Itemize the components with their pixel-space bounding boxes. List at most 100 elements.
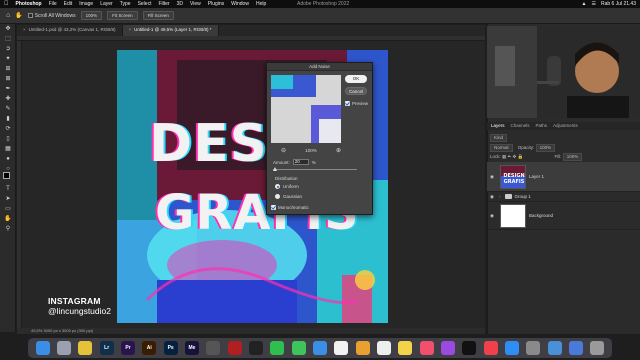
zoom-icon[interactable]: ⚲ xyxy=(2,225,14,234)
path-select-icon[interactable]: ➤ xyxy=(2,195,14,204)
layer-name[interactable]: Group 1 xyxy=(515,194,531,199)
media-encoder-icon[interactable]: Me xyxy=(184,341,199,355)
shape-icon[interactable]: ▭ xyxy=(2,205,14,214)
eye-icon[interactable]: ◉ xyxy=(487,194,497,200)
menu-edit[interactable]: Edit xyxy=(64,1,73,7)
filezilla-icon[interactable] xyxy=(227,341,242,355)
menu-image[interactable]: Image xyxy=(79,1,93,7)
eye-icon[interactable]: ◉ xyxy=(487,174,497,180)
amount-slider-thumb[interactable] xyxy=(273,167,277,171)
notes-icon[interactable] xyxy=(398,341,413,355)
menu-app-name[interactable]: Photoshop xyxy=(16,1,42,7)
photos-icon[interactable] xyxy=(355,341,370,355)
blend-mode-select[interactable]: Normal xyxy=(490,144,513,152)
menu-view[interactable]: View xyxy=(190,1,201,7)
move-icon[interactable]: ✥ xyxy=(2,25,14,34)
fill-input[interactable]: 100% xyxy=(562,153,583,161)
launchpad-icon[interactable] xyxy=(56,341,71,355)
fill-screen-button[interactable]: Fill Screen xyxy=(142,11,174,20)
gaussian-radio[interactable]: Gaussian xyxy=(275,194,302,199)
kind-filter-select[interactable]: Kind xyxy=(490,134,508,142)
hand-tool-icon[interactable]: ✋ xyxy=(15,12,22,19)
menu-3d[interactable]: 3D xyxy=(177,1,183,7)
filter-preview[interactable] xyxy=(271,75,341,143)
zoom-in-icon[interactable]: ⊕ xyxy=(336,147,341,154)
tab-channels[interactable]: Channels xyxy=(511,122,530,130)
marquee-icon[interactable]: ⬚ xyxy=(2,35,14,44)
wifi-icon[interactable]: ▲ xyxy=(582,1,587,7)
doc-tab-1[interactable]: × Untitled-1.psd @ 43,2% (Canvas 1, RGB/8… xyxy=(17,25,123,36)
preview-checkbox[interactable]: Preview xyxy=(345,101,368,106)
camera-icon[interactable] xyxy=(206,341,221,355)
menu-filter[interactable]: Filter xyxy=(158,1,169,7)
eye-icon[interactable]: ◉ xyxy=(487,213,497,219)
trash-icon[interactable] xyxy=(590,341,605,355)
zoom-out-icon[interactable]: ⊖ xyxy=(281,147,286,154)
downloads-icon[interactable] xyxy=(568,341,583,355)
eyedropper-icon[interactable]: ✒ xyxy=(2,85,14,94)
menu-window[interactable]: Window xyxy=(231,1,249,7)
type-icon[interactable]: T xyxy=(2,185,14,194)
eraser-icon[interactable]: ▯ xyxy=(2,135,14,144)
amount-input[interactable]: 20 xyxy=(292,159,309,165)
fit-screen-button[interactable]: Fit Screen xyxy=(107,11,138,20)
apple-icon[interactable]:  xyxy=(4,1,9,7)
menu-clock[interactable]: Rab 6 Jul 21.43 xyxy=(601,1,636,7)
tab-layers[interactable]: Layers xyxy=(491,122,505,130)
layer-row-group-1[interactable]: ◉ › Group 1 xyxy=(487,192,640,202)
menu-layer[interactable]: Layer xyxy=(100,1,113,7)
finder-icon[interactable] xyxy=(35,341,50,355)
tab-adjustments[interactable]: Adjustments xyxy=(553,122,578,130)
layer-name[interactable]: Background xyxy=(529,213,553,218)
brush-icon[interactable]: ✎ xyxy=(2,105,14,114)
appletv-icon[interactable] xyxy=(462,341,477,355)
menu-help[interactable]: Help xyxy=(256,1,266,7)
frame-icon[interactable]: ⊠ xyxy=(2,75,14,84)
ruler-vertical[interactable] xyxy=(17,41,22,328)
calendar-icon[interactable] xyxy=(334,341,349,355)
close-icon[interactable]: × xyxy=(129,27,132,32)
blur-icon[interactable]: ● xyxy=(2,155,14,164)
settings-icon[interactable] xyxy=(526,341,541,355)
gradient-icon[interactable]: ▦ xyxy=(2,145,14,154)
control-center-icon[interactable]: ☰ xyxy=(591,1,595,7)
crop-icon[interactable]: ⊞ xyxy=(2,65,14,74)
ruler-horizontal[interactable] xyxy=(17,36,485,41)
dialog-title[interactable]: Add Noise xyxy=(267,63,372,71)
cancel-button[interactable]: Cancel xyxy=(345,87,367,95)
lightroom-icon[interactable]: Lr xyxy=(99,341,114,355)
monochromatic-checkbox[interactable]: Monochromatic xyxy=(271,205,309,210)
scroll-all-windows-checkbox[interactable]: Scroll All Windows xyxy=(27,13,76,19)
lock-icons[interactable]: ▦ ✒ ✥ 🔒 xyxy=(502,154,523,159)
stamp-icon[interactable]: ▮ xyxy=(2,115,14,124)
premiere-icon[interactable]: Pr xyxy=(120,341,135,355)
quick-select-icon[interactable]: ✦ xyxy=(2,55,14,64)
uniform-radio[interactable]: Uniform xyxy=(275,184,299,189)
photoshop-icon[interactable]: Ps xyxy=(163,341,178,355)
music-icon[interactable] xyxy=(419,341,434,355)
chevron-right-icon[interactable]: › xyxy=(499,194,501,199)
layer-name[interactable]: Layer 1 xyxy=(529,174,544,179)
tab-paths[interactable]: Paths xyxy=(536,122,548,130)
layer-row-layer-1[interactable]: ◉ DESIGN GRAFIS Layer 1 xyxy=(487,162,640,192)
menu-file[interactable]: File xyxy=(49,1,57,7)
terminal-icon[interactable] xyxy=(248,341,263,355)
menu-type[interactable]: Type xyxy=(120,1,131,7)
mail-icon[interactable] xyxy=(312,341,327,355)
chrome-icon[interactable] xyxy=(78,341,93,355)
menu-plugins[interactable]: Plugins xyxy=(208,1,224,7)
ok-button[interactable]: OK xyxy=(345,75,367,83)
zoom-100-button[interactable]: 100% xyxy=(80,11,103,20)
hand-icon[interactable]: ✋ xyxy=(2,215,14,224)
appstore-icon[interactable] xyxy=(504,341,519,355)
home-icon[interactable]: ⌂ xyxy=(6,12,10,19)
messages-icon[interactable] xyxy=(270,341,285,355)
healing-icon[interactable]: ✚ xyxy=(2,95,14,104)
opacity-input[interactable]: 100% xyxy=(535,144,556,152)
illustrator-icon[interactable]: Ai xyxy=(142,341,157,355)
menu-select[interactable]: Select xyxy=(138,1,152,7)
lasso-icon[interactable]: ➲ xyxy=(2,45,14,54)
news-icon[interactable] xyxy=(483,341,498,355)
reminders-icon[interactable] xyxy=(376,341,391,355)
close-icon[interactable]: × xyxy=(23,27,26,32)
